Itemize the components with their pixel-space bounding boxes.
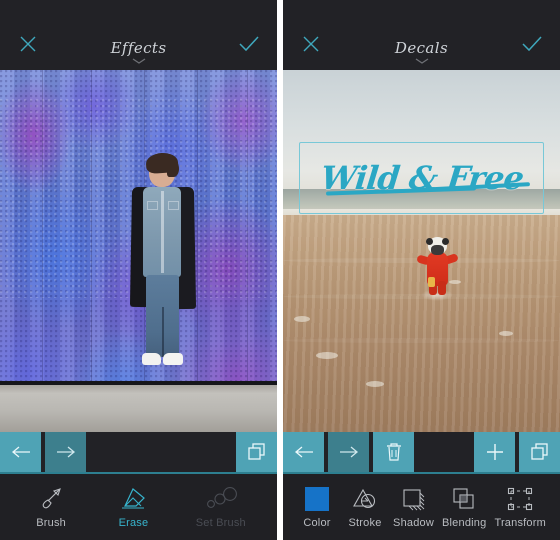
tool-erase-label: Erase <box>118 516 149 529</box>
chevron-down-icon[interactable] <box>132 58 146 64</box>
shirt-pocket-right <box>168 200 180 210</box>
tool-shadow[interactable]: Shadow <box>393 486 434 529</box>
plus-icon <box>486 444 503 460</box>
beach-scene <box>283 70 560 432</box>
tool-color[interactable]: Color <box>297 486 337 529</box>
tool-stroke[interactable]: Stroke <box>345 486 385 529</box>
shirt-pocket-left <box>147 200 159 210</box>
effects-canvas[interactable] <box>0 70 277 432</box>
tool-transform[interactable]: Transform <box>494 486 546 529</box>
effects-header: Effects <box>0 0 277 70</box>
layers-button[interactable] <box>236 432 277 472</box>
set-brush-icon <box>205 486 237 512</box>
confirm-button[interactable] <box>518 30 546 58</box>
tool-set-brush-label: Set Brush <box>195 516 246 529</box>
close-icon <box>20 36 36 52</box>
sand-puddle <box>499 330 514 336</box>
wall-seam <box>91 70 93 432</box>
jeans-seam <box>162 306 165 357</box>
effects-toolbar: Brush Erase Set Brush <box>0 474 277 540</box>
sneaker-left <box>142 352 162 365</box>
layers-button[interactable] <box>519 432 560 472</box>
arrow-left-icon <box>11 446 30 458</box>
arrow-right-icon <box>339 446 358 458</box>
panel-decals: Decals Wild & Free Color Stroke Shadow B… <box>283 0 560 540</box>
page-title: Decals <box>394 39 449 57</box>
color-swatch <box>305 486 329 511</box>
eraser-icon <box>119 486 147 512</box>
trash-icon <box>386 443 401 461</box>
undo-button[interactable] <box>283 432 324 472</box>
check-icon <box>522 36 542 52</box>
delete-button[interactable] <box>373 432 414 472</box>
dual-screenshot-stage: Effects Brush Erase Set Brush Decals Wil… <box>0 0 560 540</box>
shirt-placket <box>161 190 165 273</box>
tool-brush[interactable]: Brush <box>31 486 71 529</box>
layers-icon <box>530 443 548 460</box>
effects-photo <box>0 70 277 432</box>
decal-selection-box[interactable]: Wild & Free <box>299 142 544 215</box>
tool-erase[interactable]: Erase <box>113 486 153 529</box>
wall-seam <box>246 70 248 432</box>
undo-button[interactable] <box>0 432 41 472</box>
tool-transform-label: Transform <box>494 516 546 529</box>
brush-icon <box>38 486 64 512</box>
close-icon <box>303 36 319 52</box>
tool-stroke-label: Stroke <box>348 516 382 529</box>
leg-right <box>437 280 446 295</box>
decals-action-bar <box>283 432 560 474</box>
close-button[interactable] <box>297 30 325 58</box>
water-splash <box>420 288 453 301</box>
arrow-left-icon <box>294 446 313 458</box>
confirm-button[interactable] <box>235 30 263 58</box>
page-title: Effects <box>110 39 167 57</box>
yellow-boot <box>427 276 435 287</box>
blending-icon <box>451 486 477 512</box>
tool-blending[interactable]: Blending <box>442 486 486 529</box>
decals-header: Decals <box>283 0 560 70</box>
color-swatch-icon <box>305 486 329 512</box>
check-icon <box>239 36 259 52</box>
sand-ripple <box>283 337 560 343</box>
child-subject <box>415 236 459 301</box>
transform-icon <box>507 486 533 512</box>
add-decal-button[interactable] <box>474 432 515 472</box>
tool-shadow-label: Shadow <box>393 516 434 529</box>
decals-toolbar: Color Stroke Shadow Blending Transform <box>283 474 560 540</box>
decals-photo: Wild & Free <box>283 70 560 432</box>
action-bar-spacer <box>90 432 232 472</box>
concrete-floor <box>0 384 277 432</box>
panel-effects: Effects Brush Erase Set Brush <box>0 0 277 540</box>
panda-ear-left <box>425 237 433 245</box>
arrow-right-icon <box>56 446 75 458</box>
tool-color-label: Color <box>303 516 331 529</box>
effects-action-bar <box>0 432 277 474</box>
sneaker-right <box>163 352 184 365</box>
chevron-down-icon[interactable] <box>415 58 429 64</box>
decals-canvas[interactable]: Wild & Free <box>283 70 560 432</box>
redo-button[interactable] <box>45 432 86 472</box>
tool-set-brush[interactable]: Set Brush <box>196 486 246 529</box>
redo-button[interactable] <box>328 432 369 472</box>
action-bar-spacer <box>418 432 470 472</box>
wall-seam <box>41 70 43 432</box>
tool-blending-label: Blending <box>442 516 487 529</box>
stroke-icon <box>352 486 378 512</box>
tool-brush-label: Brush <box>36 516 67 529</box>
face <box>430 244 444 255</box>
man-subject <box>127 151 201 387</box>
panda-ear-right <box>441 237 449 245</box>
layers-icon <box>247 443 265 460</box>
close-button[interactable] <box>14 30 42 58</box>
shadow-icon <box>401 486 427 512</box>
